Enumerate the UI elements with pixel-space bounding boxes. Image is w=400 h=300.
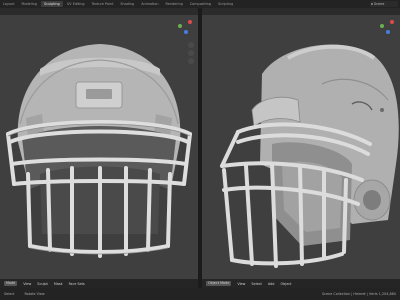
status-select-hint: Select	[4, 292, 15, 296]
axis-gizmo[interactable]	[376, 18, 396, 38]
face-sets-menu[interactable]: Face Sets	[69, 282, 85, 286]
tab-scripting[interactable]: Scripting	[215, 1, 236, 7]
top-bar: Layout Modeling Sculpting UV Editing Tex…	[0, 0, 400, 8]
mode-menu[interactable]: Mode	[4, 281, 18, 286]
object-mode-menu[interactable]: Object Mode	[206, 281, 232, 286]
camera-icon[interactable]	[188, 58, 194, 64]
axis-gizmo[interactable]	[174, 18, 194, 38]
navigation-controls	[188, 42, 194, 64]
x-axis-icon[interactable]	[390, 20, 394, 24]
pan-icon[interactable]	[188, 50, 194, 56]
tab-modeling[interactable]: Modeling	[19, 1, 40, 7]
tab-sculpting[interactable]: Sculpting	[40, 1, 63, 7]
tab-shading[interactable]: Shading	[117, 1, 137, 7]
y-axis-icon[interactable]	[380, 24, 384, 28]
tab-uv-editing[interactable]: UV Editing	[64, 1, 88, 7]
y-axis-icon[interactable]	[178, 24, 182, 28]
helmet-front-view	[6, 44, 192, 258]
view-menu[interactable]: View	[23, 282, 31, 286]
tab-animation[interactable]: Animation	[138, 1, 161, 7]
status-rotate-hint: Rotate View	[24, 292, 45, 296]
left-viewport-footer: Mode View Sculpt Mask Face Sets	[0, 279, 198, 288]
view-menu[interactable]: View	[237, 282, 245, 286]
tab-layout[interactable]: Layout	[0, 1, 18, 7]
z-axis-icon[interactable]	[184, 30, 188, 34]
workspace-tabs: Layout Modeling Sculpting UV Editing Tex…	[0, 1, 237, 7]
tab-rendering[interactable]: Rendering	[162, 1, 185, 7]
sculpt-menu[interactable]: Sculpt	[37, 282, 48, 286]
tab-texture-paint[interactable]: Texture Paint	[89, 1, 117, 7]
zoom-icon[interactable]	[188, 42, 194, 48]
status-scene-info: Scene Collection | Helmet | Verts 1,204,…	[321, 292, 396, 296]
x-axis-icon[interactable]	[188, 20, 192, 24]
logo-slot	[86, 89, 112, 99]
select-menu[interactable]: Select	[251, 282, 261, 286]
object-menu[interactable]: Object	[280, 282, 291, 286]
right-viewport[interactable]: Object Mode View Select Add Object	[202, 8, 400, 288]
status-bar: Select Rotate View Scene Collection | He…	[0, 288, 400, 300]
helmet-three-quarter-view	[220, 44, 399, 268]
mask-menu[interactable]: Mask	[54, 282, 63, 286]
scene-selector[interactable]: Scene	[370, 1, 398, 7]
right-viewport-footer: Object Mode View Select Add Object	[202, 279, 400, 288]
z-axis-icon[interactable]	[386, 30, 390, 34]
left-viewport[interactable]: Mode View Sculpt Mask Face Sets	[0, 8, 198, 288]
tab-compositing[interactable]: Compositing	[187, 1, 214, 7]
add-menu[interactable]: Add	[268, 282, 275, 286]
